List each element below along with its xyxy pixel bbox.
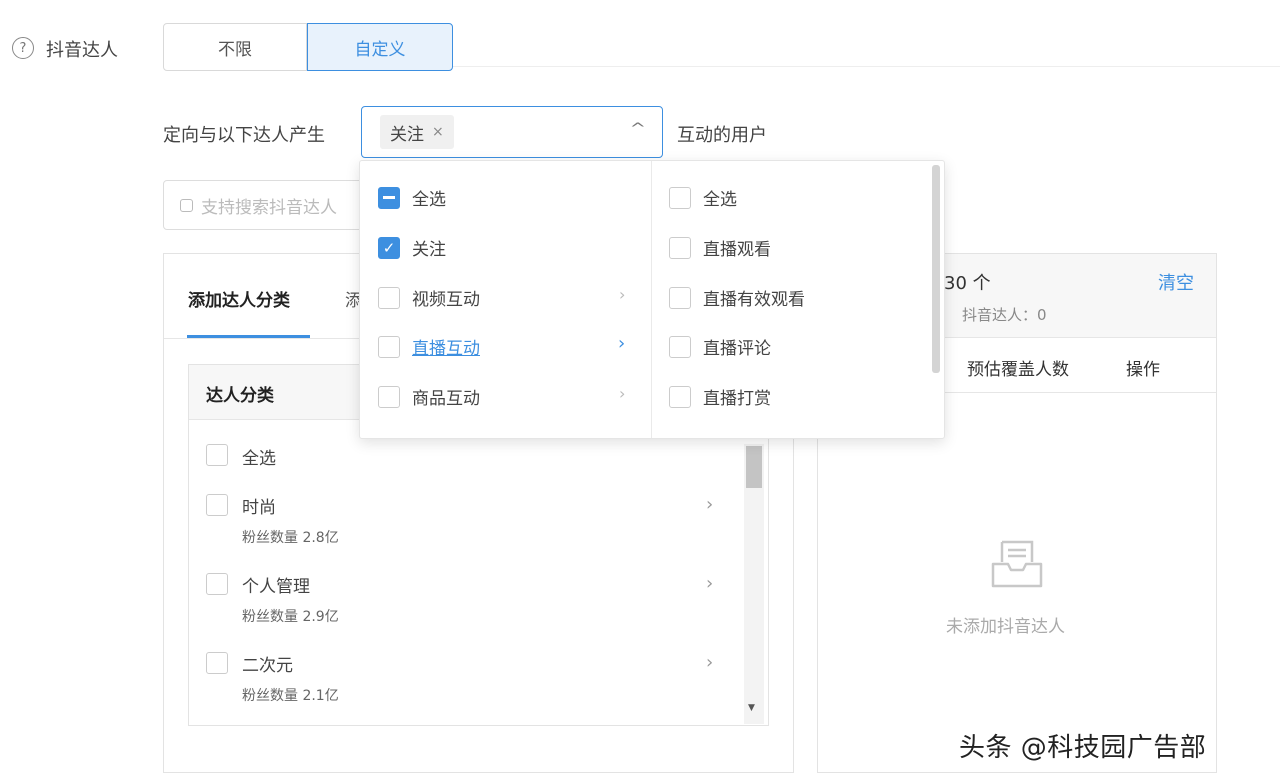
selected-tag: 关注 × [380,115,454,149]
checkbox[interactable] [669,236,691,259]
dropdown-sub-item[interactable]: 直播评论 [669,334,771,359]
dropdown-item-select-all[interactable]: 全选 [378,185,446,210]
dropdown-item-label: 商品互动 [412,389,480,409]
scrollbar-thumb[interactable] [746,446,762,488]
dropdown-sub-label: 直播打赏 [703,389,771,409]
dropdown-item-live[interactable]: 直播互动 [378,334,480,359]
close-icon[interactable]: × [432,124,444,140]
category-fans: 粉丝数量 2.1亿 [242,688,339,704]
dropdown-sub-item[interactable]: 直播有效观看 [669,285,805,310]
chevron-right-icon[interactable]: › [619,384,625,403]
select-all-label: 全选 [242,449,276,469]
selected-count: 30 个 [944,273,991,294]
checkbox-category[interactable] [206,652,228,674]
dropdown-item-follow[interactable]: ✓ 关注 [378,235,446,260]
dropdown-item-label: 视频互动 [412,290,480,310]
checkbox[interactable] [378,385,400,408]
inbox-icon [991,540,1043,588]
segment-custom[interactable]: 自定义 [307,23,453,71]
chevron-right-icon[interactable]: › [619,285,625,304]
checkbox[interactable] [669,186,691,209]
dropdown-divider [651,161,652,438]
search-placeholder: 支持搜索抖音达人 [201,197,337,218]
dropdown-item-label: 关注 [412,240,446,260]
dropdown-sub-label: 全选 [703,190,737,210]
scroll-down-icon[interactable]: ▼ [748,703,755,713]
targeting-label: 定向与以下达人产生 [163,125,325,146]
chevron-right-icon[interactable]: › [618,333,625,354]
row-label: 抖音达人 [46,40,118,61]
category-name: 个人管理 [242,577,310,597]
checkbox-checked[interactable]: ✓ [378,236,400,259]
checkbox[interactable] [378,286,400,309]
chevron-right-icon[interactable]: › [706,573,713,594]
dropdown-sub-item[interactable]: 全选 [669,185,737,210]
checkbox-category[interactable] [206,494,228,516]
tab-add-category[interactable]: 添加达人分类 [188,286,290,311]
dropdown-scrollbar[interactable] [932,165,940,373]
help-icon[interactable]: ? [12,37,34,59]
segment-unlimited[interactable]: 不限 [163,23,307,71]
column-action: 操作 [1126,360,1160,380]
column-estimate: 预估覆盖人数 [967,360,1069,380]
dropdown-sub-label: 直播有效观看 [703,290,805,310]
checkbox[interactable] [378,335,400,358]
interaction-select[interactable]: 关注 × ^ [361,106,663,158]
checkbox[interactable] [669,385,691,408]
selected-summary: 抖音达人：0 [962,306,1047,324]
search-input[interactable]: 支持搜索抖音达人 [163,180,373,230]
category-fans: 粉丝数量 2.9亿 [242,609,339,625]
dropdown-item-label: 全选 [412,190,446,210]
checkbox[interactable] [669,286,691,309]
checkbox[interactable] [669,335,691,358]
chevron-up-icon[interactable]: ^ [630,121,646,137]
checkbox-category[interactable] [206,573,228,595]
checkbox-select-all[interactable] [206,444,228,466]
checkbox-partial[interactable] [378,186,400,209]
dropdown-sub-label: 直播评论 [703,339,771,359]
watermark: 头条 @科技园广告部 [959,733,1207,763]
targeting-suffix: 互动的用户 [677,125,767,146]
interaction-dropdown: 全选 ✓ 关注 视频互动 › 直播互动 › 商品互动 › 全选 直播观看 直播有… [359,160,945,439]
dropdown-item-goods[interactable]: 商品互动 [378,384,480,409]
category-name: 时尚 [242,498,276,518]
chevron-right-icon[interactable]: › [706,652,713,673]
category-name: 二次元 [242,656,293,676]
category-fans: 粉丝数量 2.8亿 [242,530,339,546]
dropdown-sub-item[interactable]: 直播观看 [669,235,771,260]
selected-tag-label: 关注 [390,124,424,145]
dropdown-item-label: 直播互动 [412,339,480,359]
dropdown-item-video[interactable]: 视频互动 [378,285,480,310]
chevron-right-icon[interactable]: › [706,494,713,515]
dropdown-sub-item[interactable]: 直播打赏 [669,384,771,409]
empty-state-text: 未添加抖音达人 [946,617,1065,637]
search-icon [180,198,193,212]
dropdown-sub-label: 直播观看 [703,240,771,260]
clear-button[interactable]: 清空 [1158,269,1194,295]
category-title: 达人分类 [206,386,274,406]
